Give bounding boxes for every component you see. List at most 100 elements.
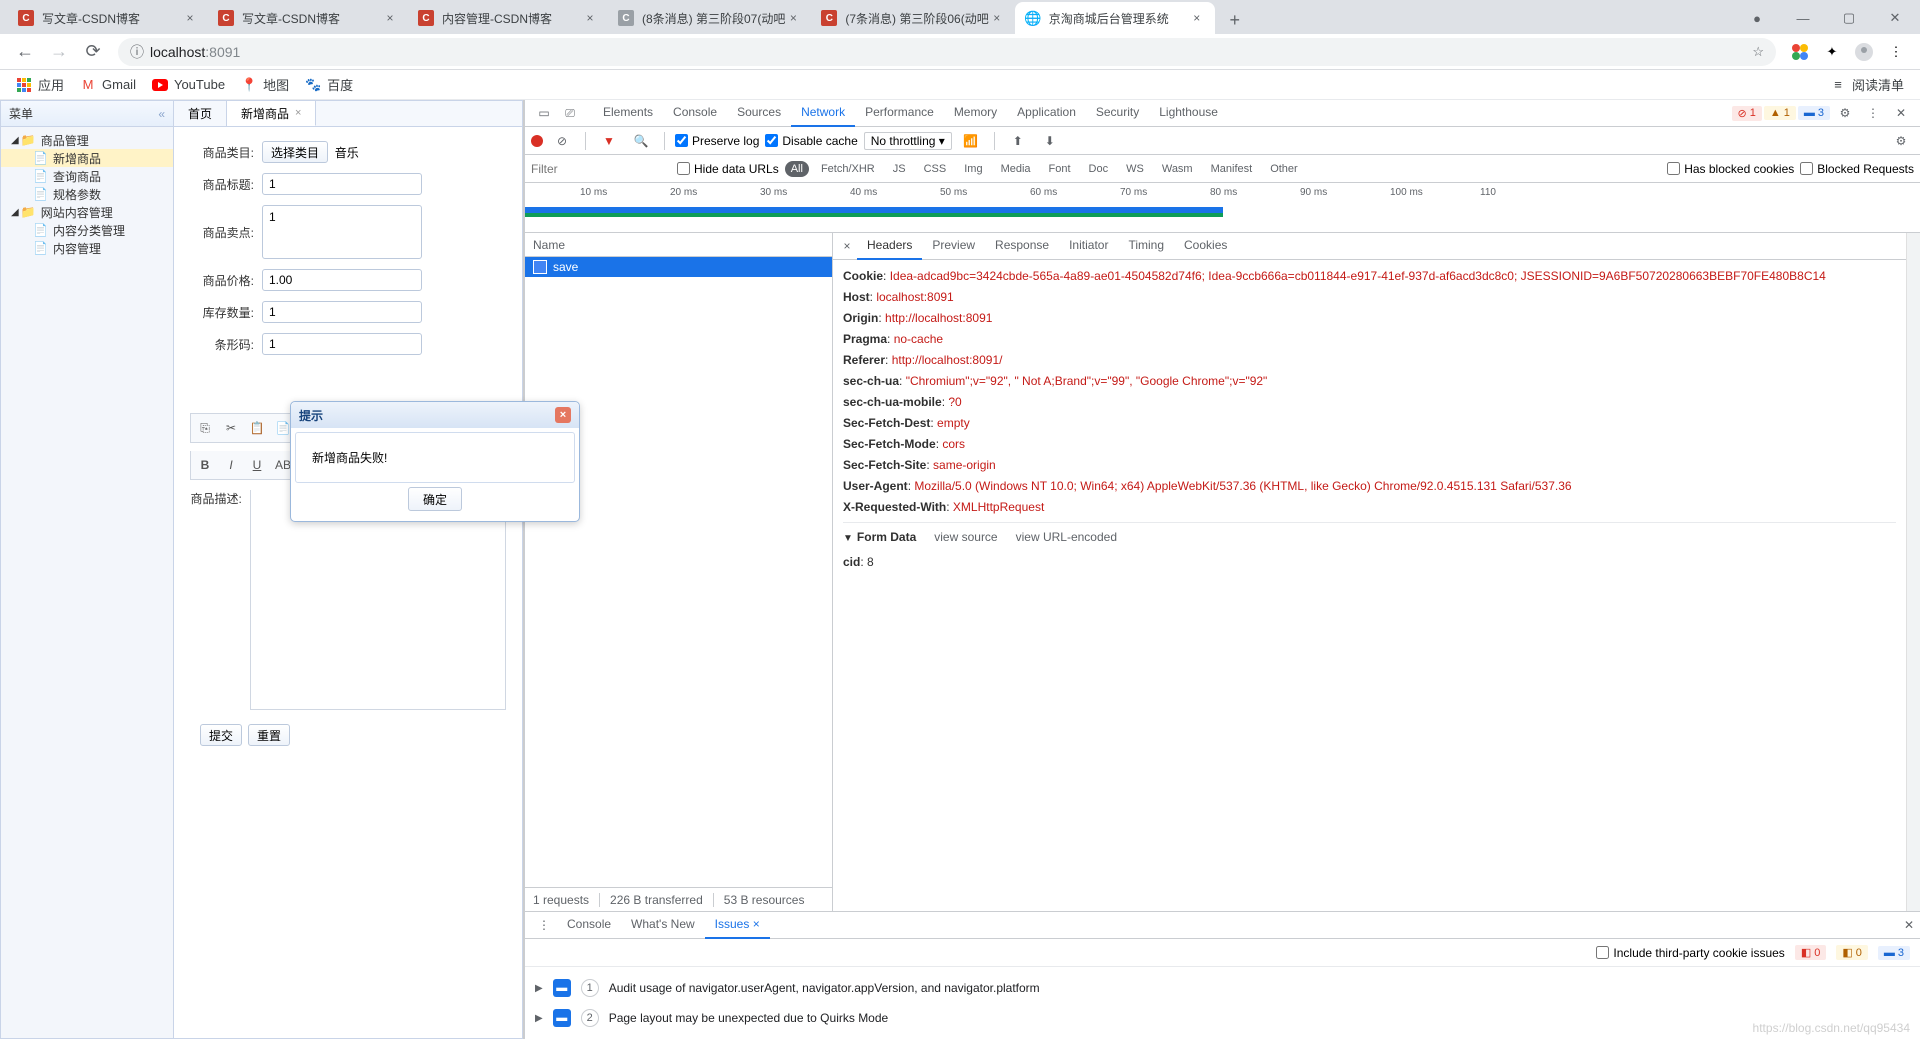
account-icon[interactable]: ● — [1734, 2, 1780, 34]
stock-input[interactable] — [262, 301, 422, 323]
tab-home[interactable]: 首页 — [174, 101, 227, 126]
warning-badge[interactable]: ▲ 1 — [1764, 106, 1796, 120]
device-icon[interactable]: ⎚ — [557, 101, 583, 125]
network-settings-icon[interactable]: ⚙ — [1888, 129, 1914, 153]
devtab-network[interactable]: Network — [791, 100, 855, 127]
detail-tab-cookies[interactable]: Cookies — [1174, 233, 1237, 260]
detail-tab-response[interactable]: Response — [985, 233, 1059, 260]
hide-data-urls-checkbox[interactable]: Hide data URLs — [677, 162, 779, 176]
filter-media[interactable]: Media — [995, 161, 1037, 177]
reload-button[interactable]: ⟳ — [76, 35, 110, 69]
star-icon[interactable]: ☆ — [1752, 44, 1764, 60]
drawer-menu-icon[interactable]: ⋮ — [531, 913, 557, 937]
disable-cache-checkbox[interactable]: Disable cache — [765, 134, 857, 148]
close-detail-icon[interactable]: × — [837, 239, 857, 253]
request-row[interactable]: save — [525, 257, 832, 277]
devtools-close-icon[interactable]: ✕ — [1888, 101, 1914, 125]
filter-input[interactable] — [531, 162, 671, 176]
tab-add-goods[interactable]: 新增商品× — [227, 101, 316, 126]
blocked-requests-checkbox[interactable]: Blocked Requests — [1800, 162, 1914, 176]
record-icon[interactable] — [531, 135, 543, 147]
detail-tab-headers[interactable]: Headers — [857, 233, 922, 260]
browser-tab[interactable]: C写文章-CSDN博客× — [208, 2, 408, 34]
devtab-console[interactable]: Console — [663, 100, 727, 127]
extension-icon[interactable] — [1786, 38, 1814, 66]
barcode-input[interactable] — [262, 333, 422, 355]
youtube-bookmark[interactable]: YouTube — [144, 72, 233, 98]
browser-tab[interactable]: C(8条消息) 第三阶段07(动吧× — [608, 2, 811, 34]
back-button[interactable]: ← — [8, 35, 42, 69]
devtab-performance[interactable]: Performance — [855, 100, 944, 127]
new-tab-button[interactable]: + — [1221, 6, 1249, 34]
submit-button[interactable]: 提交 — [200, 724, 242, 746]
drawer-tab-whatsnew[interactable]: What's New — [621, 912, 705, 939]
title-input[interactable] — [262, 173, 422, 195]
view-source-link[interactable]: view source — [934, 527, 997, 548]
select-category-button[interactable]: 选择类目 — [262, 141, 328, 163]
third-party-checkbox[interactable]: Include third-party cookie issues — [1596, 946, 1784, 960]
bold-icon[interactable]: B — [195, 455, 215, 475]
reset-button[interactable]: 重置 — [248, 724, 290, 746]
search-icon[interactable]: 🔍 — [628, 129, 654, 153]
close-icon[interactable]: × — [295, 107, 301, 119]
blocked-cookies-checkbox[interactable]: Has blocked cookies — [1667, 162, 1794, 176]
throttling-select[interactable]: No throttling ▾ — [864, 132, 952, 150]
tree-item-spec[interactable]: 📄规格参数 — [1, 185, 173, 203]
site-info-icon[interactable]: ⓘ — [130, 42, 144, 62]
clear-icon[interactable]: ⊘ — [549, 129, 575, 153]
cut-icon[interactable]: ✂ — [221, 418, 241, 438]
close-icon[interactable]: × — [785, 10, 801, 26]
download-icon[interactable]: ⬇ — [1037, 129, 1063, 153]
baidu-bookmark[interactable]: 🐾百度 — [297, 72, 361, 98]
filter-css[interactable]: CSS — [918, 161, 953, 177]
headers-body[interactable]: Cookie: Idea-adcad9bc=3424cbde-565a-4a89… — [833, 260, 1906, 911]
desc-editor[interactable] — [250, 490, 506, 710]
apps-bookmark[interactable]: 应用 — [8, 72, 72, 98]
close-icon[interactable]: × — [582, 10, 598, 26]
info-badge[interactable]: ▬ 3 — [1798, 106, 1830, 120]
devtab-security[interactable]: Security — [1086, 100, 1149, 127]
filter-doc[interactable]: Doc — [1083, 161, 1115, 177]
dialog-ok-button[interactable]: 确定 — [408, 487, 462, 511]
gmail-bookmark[interactable]: MGmail — [72, 72, 144, 98]
filter-js[interactable]: JS — [887, 161, 912, 177]
minimize-button[interactable]: — — [1780, 2, 1826, 34]
tree-item-cat[interactable]: 📄内容分类管理 — [1, 221, 173, 239]
code-icon[interactable]: ⎘ — [195, 418, 215, 438]
browser-tab[interactable]: C(7条消息) 第三阶段06(动吧× — [811, 2, 1014, 34]
collapse-icon[interactable]: « — [158, 107, 165, 121]
close-icon[interactable]: × — [182, 10, 198, 26]
upload-icon[interactable]: ⬆ — [1005, 129, 1031, 153]
wifi-icon[interactable]: 📶 — [958, 129, 984, 153]
browser-tab[interactable]: C内容管理-CSDN博客× — [408, 2, 608, 34]
close-icon[interactable]: × — [989, 10, 1005, 26]
drawer-tab-console[interactable]: Console — [557, 912, 621, 939]
close-icon[interactable]: × — [1189, 10, 1205, 26]
close-icon[interactable]: × — [382, 10, 398, 26]
menu-icon[interactable]: ⋮ — [1882, 38, 1910, 66]
filter-wasm[interactable]: Wasm — [1156, 161, 1199, 177]
profile-icon[interactable] — [1850, 38, 1878, 66]
filter-ws[interactable]: WS — [1120, 161, 1150, 177]
maps-bookmark[interactable]: 📍地图 — [233, 72, 297, 98]
tree-item-query-goods[interactable]: 📄查询商品 — [1, 167, 173, 185]
dialog-close-icon[interactable]: × — [555, 407, 571, 423]
filter-all[interactable]: All — [785, 161, 809, 177]
detail-tab-initiator[interactable]: Initiator — [1059, 233, 1118, 260]
settings-icon[interactable]: ⚙ — [1832, 101, 1858, 125]
inspect-icon[interactable]: ▭ — [531, 101, 557, 125]
timeline[interactable]: 10 ms 20 ms 30 ms 40 ms 50 ms 60 ms 70 m… — [525, 183, 1920, 233]
forward-button[interactable]: → — [42, 35, 76, 69]
tree-folder-goods[interactable]: ◢📁商品管理 — [1, 131, 173, 149]
more-icon[interactable]: ⋮ — [1860, 101, 1886, 125]
maximize-button[interactable]: ▢ — [1826, 2, 1872, 34]
view-url-encoded-link[interactable]: view URL-encoded — [1016, 527, 1117, 548]
detail-tab-preview[interactable]: Preview — [922, 233, 985, 260]
filter-font[interactable]: Font — [1043, 161, 1077, 177]
browser-tab[interactable]: C写文章-CSDN博客× — [8, 2, 208, 34]
filter-manifest[interactable]: Manifest — [1205, 161, 1259, 177]
reading-list[interactable]: ≡阅读清单 — [1822, 72, 1912, 98]
drawer-close-icon[interactable]: ✕ — [1904, 918, 1914, 932]
filter-xhr[interactable]: Fetch/XHR — [815, 161, 881, 177]
tree-item-add-goods[interactable]: 📄新增商品 — [1, 149, 173, 167]
